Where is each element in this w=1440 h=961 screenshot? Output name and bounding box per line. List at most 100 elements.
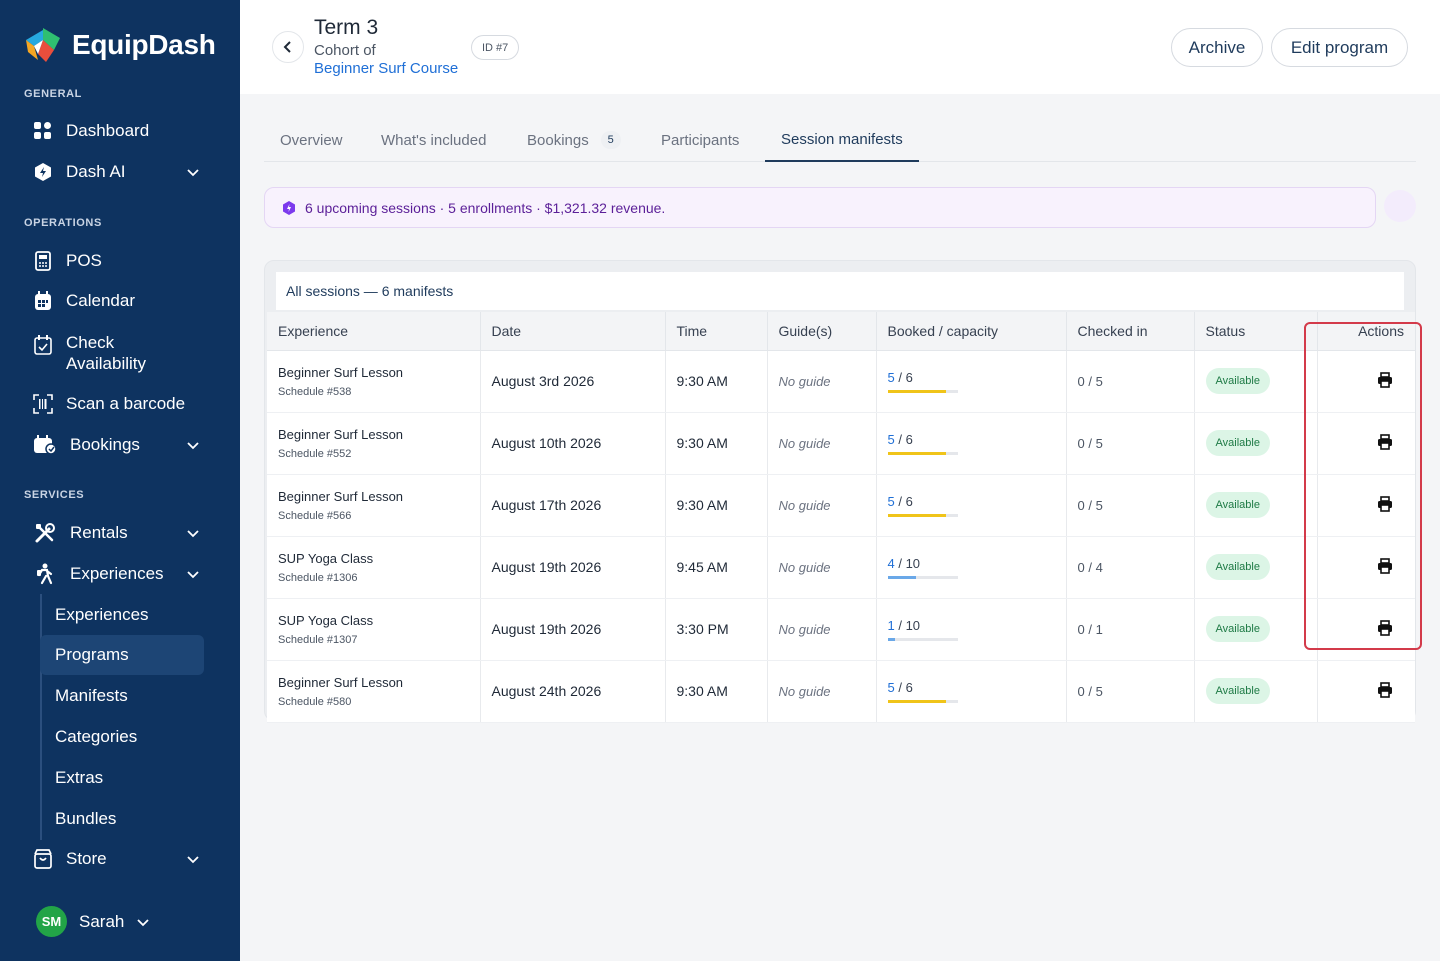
cell-guide: No guide	[767, 598, 877, 661]
column-header-status[interactable]: Status	[1194, 312, 1318, 351]
cell-checked-in: 0 / 1	[1066, 598, 1195, 661]
schedule-id: Schedule #1306	[278, 571, 358, 584]
sidebar-item-label: Check	[66, 333, 115, 352]
back-button[interactable]	[272, 31, 304, 63]
capacity-count: / 6	[894, 680, 913, 695]
sidebar-item-label: Calendar	[66, 291, 135, 310]
cell-time: 9:30 AM	[665, 412, 768, 475]
booked-count: 5	[887, 494, 895, 509]
summary-text: 6 upcoming sessions · 5 enrollments · $1…	[305, 199, 666, 216]
tab-bookings[interactable]: Bookings 5	[527, 118, 621, 162]
chevron-down-icon[interactable]	[186, 165, 200, 179]
printer-icon	[1378, 495, 1392, 512]
submenu-item-programs[interactable]: Programs	[40, 635, 204, 675]
sidebar-item-rentals[interactable]: Rentals	[32, 515, 204, 551]
guide-value: No guide	[778, 374, 831, 389]
schedule-id: Schedule #580	[278, 695, 352, 708]
summary-banner: 6 upcoming sessions · 5 enrollments · $1…	[264, 187, 1376, 228]
experience-name[interactable]: SUP Yoga Class	[278, 551, 480, 566]
column-header-experience[interactable]: Experience	[267, 312, 481, 351]
status-badge: Available	[1205, 554, 1270, 580]
schedule-id: Schedule #552	[278, 447, 352, 460]
cell-checked-in: 0 / 5	[1066, 474, 1195, 537]
print-manifest-button[interactable]	[1377, 371, 1393, 388]
print-manifest-button[interactable]	[1377, 433, 1393, 450]
chevron-down-icon[interactable]	[186, 567, 200, 581]
sidebar-item-check-availability[interactable]: Check Availability	[32, 332, 204, 374]
capacity-progress-fill	[887, 514, 946, 517]
experience-name[interactable]: Beginner Surf Lesson	[278, 427, 480, 442]
sidebar-item-bookings[interactable]: Bookings	[32, 427, 204, 463]
capacity-count: / 10	[894, 618, 921, 633]
sidebar-item-label: Dash AI	[66, 162, 126, 181]
sidebar-item-dashboard[interactable]: Dashboard	[32, 113, 204, 149]
sidebar-item-experiences[interactable]: Experiences	[32, 556, 204, 592]
cell-guide: No guide	[767, 536, 877, 599]
cohort-parent-link[interactable]: Beginner Surf Course	[314, 60, 458, 77]
experience-name[interactable]: SUP Yoga Class	[278, 613, 480, 628]
experience-name[interactable]: Beginner Surf Lesson	[278, 489, 480, 504]
submenu-item-bundles[interactable]: Bundles	[40, 799, 204, 839]
cell-checked-in: 0 / 5	[1066, 660, 1195, 723]
cell-experience: Beginner Surf Lesson Schedule #538	[267, 350, 481, 413]
column-header-date[interactable]: Date	[480, 312, 666, 351]
table-row[interactable]: Beginner Surf Lesson Schedule #552 Augus…	[267, 412, 1415, 475]
sidebar-item-pos[interactable]: POS	[32, 243, 204, 279]
app-logo[interactable]: EquipDash	[24, 26, 216, 64]
sidebar-item-label: Scan a barcode	[66, 394, 186, 413]
capacity-progress-bar	[887, 390, 958, 393]
submenu-item-extras[interactable]: Extras	[40, 758, 204, 798]
cell-date: August 10th 2026	[480, 412, 666, 475]
print-manifest-button[interactable]	[1377, 681, 1393, 698]
ai-hexagon-icon	[283, 200, 295, 215]
shopping-bag-icon	[32, 848, 54, 870]
submenu-item-experiences[interactable]: Experiences	[40, 595, 204, 635]
submenu-item-categories[interactable]: Categories	[40, 717, 204, 757]
sidebar-item-calendar[interactable]: Calendar	[32, 283, 204, 319]
manifests-table: Experience Date Time Guide(s) Booked / c…	[267, 312, 1415, 723]
print-manifest-button[interactable]	[1377, 619, 1393, 636]
column-header-booked[interactable]: Booked / capacity	[876, 312, 1067, 351]
section-operations: OPERATIONS	[24, 217, 102, 229]
print-manifest-button[interactable]	[1377, 557, 1393, 574]
table-row[interactable]: SUP Yoga Class Schedule #1307 August 19t…	[267, 598, 1415, 661]
capacity-progress-bar	[887, 452, 958, 455]
table-row[interactable]: SUP Yoga Class Schedule #1306 August 19t…	[267, 536, 1415, 599]
ai-hexagon-icon	[32, 161, 54, 183]
cell-guide: No guide	[767, 660, 877, 723]
table-row[interactable]: Beginner Surf Lesson Schedule #538 Augus…	[267, 350, 1415, 413]
capacity-count: / 10	[894, 556, 921, 571]
print-manifest-button[interactable]	[1377, 495, 1393, 512]
chevron-down-icon[interactable]	[186, 438, 200, 452]
cell-status: Available	[1194, 350, 1318, 413]
chevron-down-icon[interactable]	[186, 852, 200, 866]
tab-session-manifests[interactable]: Session manifests	[765, 118, 919, 162]
hiker-icon	[32, 563, 58, 585]
cell-time: 9:30 AM	[665, 660, 768, 723]
capacity-progress-fill	[887, 700, 946, 703]
sidebar-item-dash-ai[interactable]: Dash AI	[32, 154, 204, 190]
tab-participants[interactable]: Participants	[661, 118, 739, 162]
chevron-down-icon[interactable]	[186, 526, 200, 540]
user-menu[interactable]: SM Sarah	[36, 906, 150, 937]
capacity-progress-bar	[887, 576, 958, 579]
tab-whats-included[interactable]: What's included	[381, 118, 486, 162]
column-header-guides[interactable]: Guide(s)	[767, 312, 877, 351]
edit-program-button[interactable]: Edit program	[1271, 28, 1408, 67]
table-row[interactable]: Beginner Surf Lesson Schedule #566 Augus…	[267, 474, 1415, 537]
program-tabs: Overview What's included Bookings 5 Part…	[264, 118, 1416, 162]
banner-action-button[interactable]	[1384, 190, 1416, 222]
capacity-progress-fill	[887, 576, 916, 579]
tab-overview[interactable]: Overview	[280, 118, 343, 162]
cell-time: 3:30 PM	[665, 598, 768, 661]
table-row[interactable]: Beginner Surf Lesson Schedule #580 Augus…	[267, 660, 1415, 723]
column-header-time[interactable]: Time	[665, 312, 768, 351]
archive-button[interactable]: Archive	[1171, 28, 1263, 67]
experience-name[interactable]: Beginner Surf Lesson	[278, 675, 480, 690]
experience-name[interactable]: Beginner Surf Lesson	[278, 365, 480, 380]
submenu-item-manifests[interactable]: Manifests	[40, 676, 204, 716]
column-header-checked-in[interactable]: Checked in	[1066, 312, 1195, 351]
printer-icon	[1378, 681, 1392, 698]
sidebar-item-store[interactable]: Store	[32, 841, 204, 877]
sidebar-item-scan-barcode[interactable]: Scan a barcode	[32, 386, 204, 422]
